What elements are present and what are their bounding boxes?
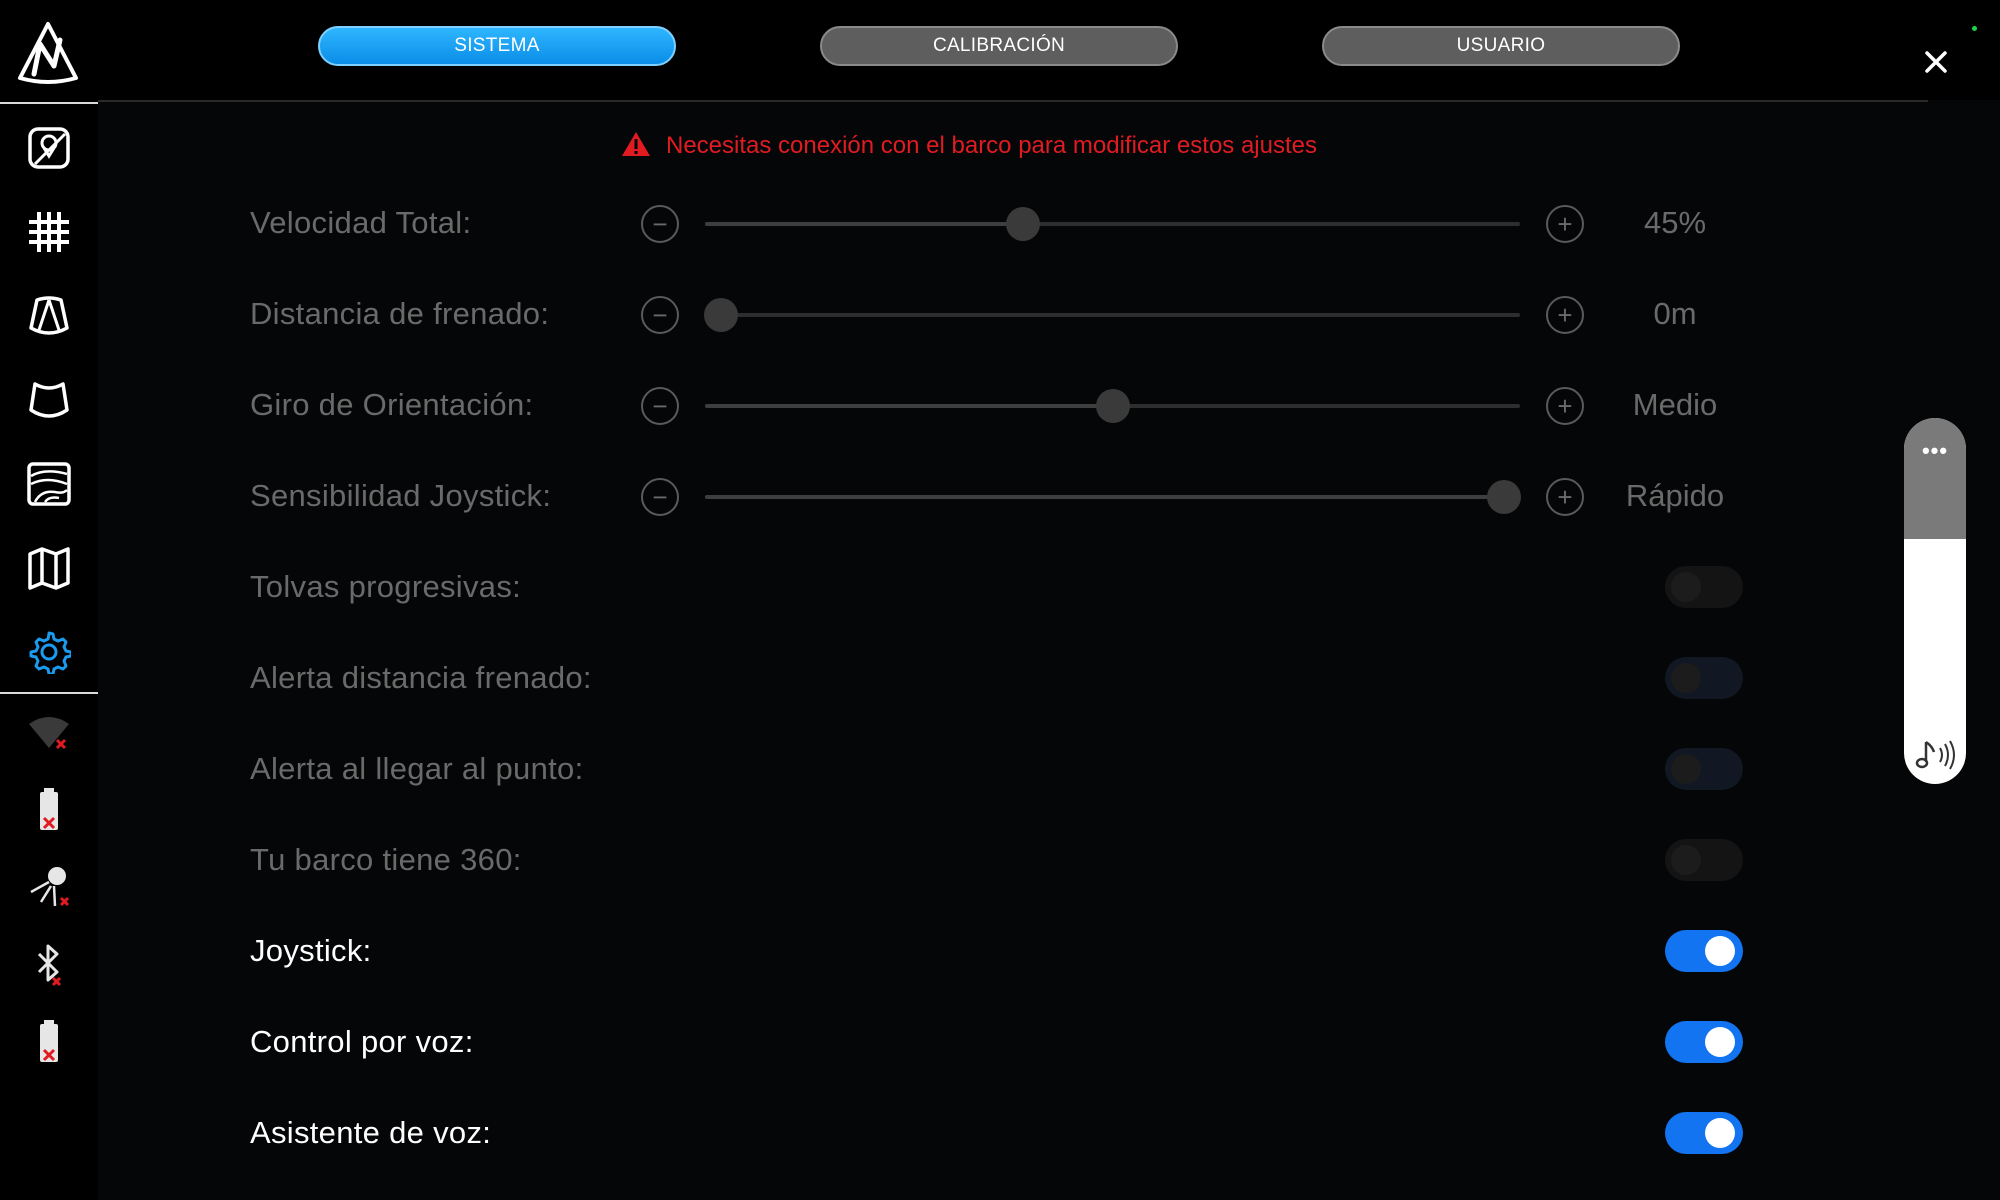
navionics-logo [16, 20, 80, 86]
toggle-knob [1671, 572, 1701, 602]
slider-thumb[interactable] [704, 298, 739, 332]
joystick-toggle[interactable] [1665, 930, 1743, 972]
sidebar-divider-bottom [0, 692, 98, 694]
top-divider [98, 100, 1928, 102]
tab-calibracion[interactable]: CALIBRACIÓN [820, 26, 1178, 66]
warning-text: Necesitas conexión con el barco para mod… [666, 132, 1317, 159]
tolvas-toggle[interactable] [1665, 566, 1743, 608]
connection-warning: Necesitas conexión con el barco para mod… [620, 130, 1317, 162]
grid-icon[interactable] [21, 204, 77, 260]
toggle-knob [1671, 754, 1701, 784]
distancia-slider[interactable] [704, 298, 1520, 332]
slider-fill [705, 495, 1504, 499]
velocidad-plus-button[interactable]: + [1546, 205, 1584, 243]
sensibilidad-plus-button[interactable]: + [1546, 478, 1584, 516]
bathymetry-icon[interactable] [21, 456, 77, 512]
warning-triangle-icon [620, 130, 652, 163]
toggle-knob [1671, 663, 1701, 693]
slider-fill [705, 222, 1023, 226]
bluetooth-disconnected-icon [21, 936, 77, 992]
toggle-label-360: Tu barco tiene 360: [250, 842, 522, 877]
tab-sistema[interactable]: SISTEMA [318, 26, 676, 66]
giro-slider[interactable] [705, 389, 1520, 423]
volume-empty-area [1904, 418, 1966, 539]
toggle-label-alerta-punto: Alerta al llegar al punto: [250, 751, 584, 786]
barco-360-toggle[interactable] [1665, 839, 1743, 881]
map-icon[interactable] [21, 540, 77, 596]
slider-label-sensibilidad: Sensibilidad Joystick: [250, 478, 552, 513]
close-icon[interactable] [1918, 44, 1954, 80]
down-scan-icon[interactable] [21, 372, 77, 428]
sensibilidad-slider[interactable] [705, 480, 1521, 514]
toggle-knob [1705, 1027, 1735, 1057]
giro-minus-button[interactable]: − [641, 387, 679, 425]
slider-label-velocidad: Velocidad Total: [250, 205, 472, 240]
alerta-distancia-toggle[interactable] [1665, 657, 1743, 699]
asistente-voz-toggle[interactable] [1665, 1112, 1743, 1154]
distancia-minus-button[interactable]: − [641, 296, 679, 334]
toggle-label-tolvas: Tolvas progresivas: [250, 569, 522, 604]
more-options-icon[interactable]: ••• [1904, 438, 1966, 464]
battery-2-disconnected-icon [21, 1014, 77, 1070]
slider-thumb[interactable] [1486, 480, 1521, 514]
sonar-cone-icon[interactable] [21, 288, 77, 344]
volume-slider[interactable]: ••• [1904, 418, 1966, 784]
slider-label-giro: Giro de Orientación: [250, 387, 534, 422]
satellite-disconnected-icon [21, 858, 77, 914]
battery-disconnected-icon [21, 782, 77, 838]
giro-value: Medio [1632, 387, 1718, 422]
velocidad-slider[interactable] [705, 207, 1520, 241]
toggle-label-joystick: Joystick: [250, 933, 372, 968]
toggle-knob [1671, 845, 1701, 875]
status-dot [1972, 26, 1977, 31]
distancia-plus-button[interactable]: + [1546, 296, 1584, 334]
toggle-label-asistente-voz: Asistente de voz: [250, 1115, 492, 1150]
giro-plus-button[interactable]: + [1546, 387, 1584, 425]
velocidad-value: 45% [1643, 205, 1707, 240]
slider-thumb[interactable] [1095, 389, 1130, 423]
slider-label-distancia: Distancia de frenado: [250, 296, 550, 331]
alerta-punto-toggle[interactable] [1665, 748, 1743, 790]
gear-icon[interactable] [21, 624, 77, 680]
sensibilidad-value: Rápido [1625, 478, 1725, 513]
toggle-label-control-voz: Control por voz: [250, 1024, 474, 1059]
slider-fill [705, 404, 1113, 408]
distancia-value: 0m [1653, 296, 1697, 331]
velocidad-minus-button[interactable]: − [641, 205, 679, 243]
toggle-label-alerta-distancia: Alerta distancia frenado: [250, 660, 592, 695]
tab-usuario[interactable]: USUARIO [1322, 26, 1680, 66]
toggle-knob [1705, 936, 1735, 966]
control-voz-toggle[interactable] [1665, 1021, 1743, 1063]
speaker-volume-icon [1914, 738, 1958, 772]
sidebar [0, 0, 98, 1200]
toggle-knob [1705, 1118, 1735, 1148]
slider-thumb[interactable] [1005, 207, 1040, 241]
wifi-disconnected-icon [21, 704, 77, 760]
map-pin-icon[interactable] [21, 120, 77, 176]
sidebar-divider-top [0, 102, 98, 104]
sensibilidad-minus-button[interactable]: − [641, 478, 679, 516]
